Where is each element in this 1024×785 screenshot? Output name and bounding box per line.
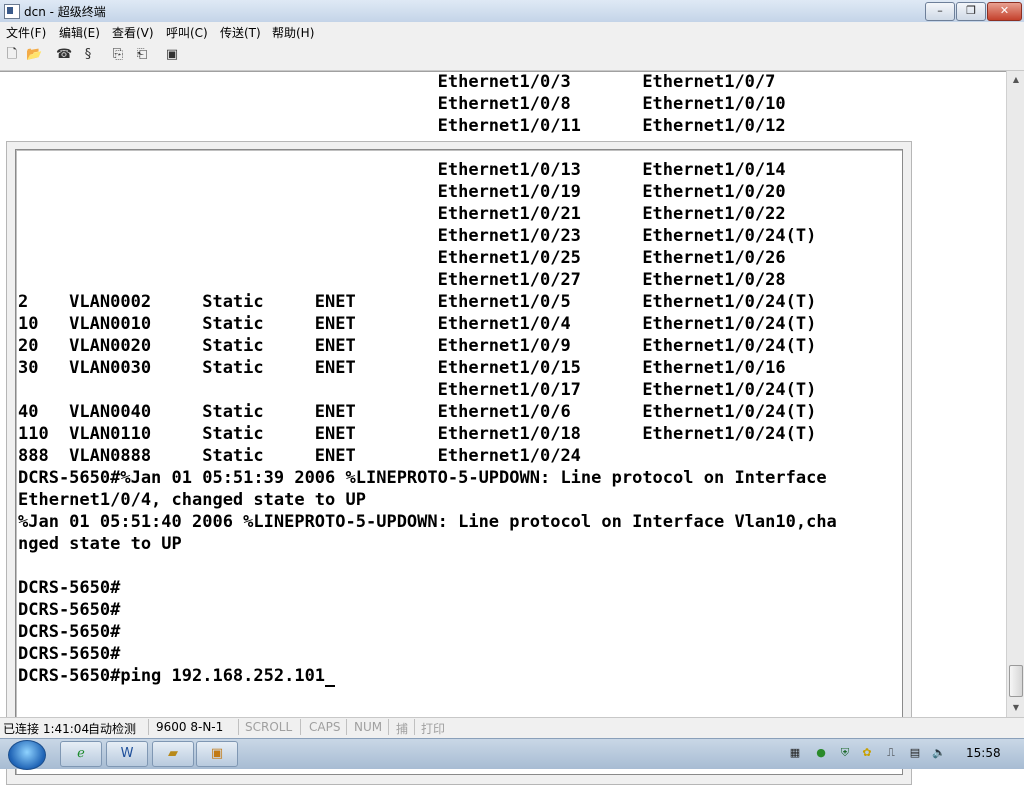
terminal-line: Ethernet1/0/11 Ethernet1/0/12: [18, 116, 786, 136]
status-num: NUM: [354, 720, 383, 734]
status-caps: CAPS: [309, 720, 341, 734]
receive-icon[interactable]: ⎗: [134, 47, 150, 63]
status-capture: 捕: [396, 722, 409, 736]
terminal-line: 30 VLAN0030 Static ENET Ethernet1/0/15 E…: [18, 358, 786, 378]
maximize-button[interactable]: ❐: [956, 2, 986, 21]
status-separator: [414, 719, 415, 735]
disconnect-icon[interactable]: §: [80, 47, 96, 63]
minimize-button[interactable]: –: [925, 2, 955, 21]
menu-view[interactable]: 查看(V): [112, 24, 154, 41]
security-icon[interactable]: ●: [814, 746, 828, 760]
status-connected: 已连接 1:41:04: [3, 722, 90, 736]
menu-transfer[interactable]: 传送(T): [220, 24, 261, 41]
terminal-line: Ethernet1/0/19 Ethernet1/0/20: [18, 182, 786, 202]
terminal-prompt-line[interactable]: DCRS-5650#ping 192.168.252.101: [18, 665, 336, 687]
terminal-line: nged state to UP: [18, 534, 182, 554]
ie-icon[interactable]: ℯ: [60, 741, 102, 767]
new-icon[interactable]: 🗋: [4, 47, 20, 63]
shield-icon[interactable]: ⛨: [838, 746, 852, 760]
phone-icon[interactable]: ☎: [56, 47, 72, 63]
status-scroll: SCROLL: [245, 720, 293, 734]
properties-icon[interactable]: ▣: [164, 47, 180, 63]
status-detect: 自动检测: [88, 722, 137, 736]
open-icon[interactable]: 📂: [26, 47, 42, 63]
terminal-text: Ethernet1/0/3 Ethernet1/0/7 Ethernet1/0/…: [0, 71, 1006, 717]
menu-help[interactable]: 帮助(H): [272, 24, 314, 41]
window-title: dcn - 超级终端: [24, 5, 106, 19]
terminal-line: DCRS-5650#%Jan 01 05:51:39 2006 %LINEPRO…: [18, 468, 827, 488]
word-icon[interactable]: W: [106, 741, 148, 767]
folder-icon[interactable]: ▰: [152, 741, 194, 767]
terminal-line: Ethernet1/0/17 Ethernet1/0/24(T): [18, 380, 817, 400]
clock[interactable]: 15:58: [966, 746, 1001, 760]
terminal-line: DCRS-5650#: [18, 622, 121, 642]
menu-edit[interactable]: 编辑(E): [59, 24, 100, 41]
status-print: 打印: [421, 722, 446, 736]
status-separator: [148, 719, 149, 735]
computer-icon[interactable]: ▤: [908, 746, 922, 760]
status-separator: [346, 719, 347, 735]
send-icon[interactable]: ⎘: [110, 47, 126, 63]
hyperterminal-icon[interactable]: ▣: [196, 741, 238, 767]
vertical-scrollbar[interactable]: ▲ ▼: [1006, 71, 1024, 717]
terminal-line: Ethernet1/0/21 Ethernet1/0/22: [18, 204, 786, 224]
terminal-line: Ethernet1/0/13 Ethernet1/0/14: [18, 160, 786, 180]
terminal-line: Ethernet1/0/25 Ethernet1/0/26: [18, 248, 786, 268]
scroll-up-icon[interactable]: ▲: [1009, 73, 1023, 87]
menu-call[interactable]: 呼叫(C): [166, 24, 208, 41]
terminal-line: Ethernet1/0/4, changed state to UP: [18, 490, 366, 510]
terminal-line: 888 VLAN0888 Static ENET Ethernet1/0/24: [18, 446, 581, 466]
terminal-line: Ethernet1/0/3 Ethernet1/0/7: [18, 72, 776, 92]
terminal-line: 10 VLAN0010 Static ENET Ethernet1/0/4 Et…: [18, 314, 817, 334]
text-cursor: [325, 669, 336, 687]
toolbar: [0, 42, 1024, 71]
title-bar: [0, 0, 1024, 23]
status-separator: [300, 719, 301, 735]
terminal-line: Ethernet1/0/23 Ethernet1/0/24(T): [18, 226, 817, 246]
close-button[interactable]: ✕: [987, 2, 1022, 21]
app-icon: [4, 4, 20, 19]
scroll-thumb[interactable]: [1009, 665, 1023, 697]
status-separator: [238, 719, 239, 735]
terminal-line: %Jan 01 05:51:40 2006 %LINEPROTO-5-UPDOW…: [18, 512, 837, 532]
sound-icon[interactable]: 🔈: [932, 746, 946, 760]
usb-icon[interactable]: ⎍: [884, 746, 898, 760]
terminal-line: Ethernet1/0/27 Ethernet1/0/28: [18, 270, 786, 290]
terminal-line: DCRS-5650#: [18, 600, 121, 620]
menu-bar: [0, 22, 1024, 42]
terminal-line: Ethernet1/0/8 Ethernet1/0/10: [18, 94, 786, 114]
status-separator: [388, 719, 389, 735]
terminal-line: 2 VLAN0002 Static ENET Ethernet1/0/5 Eth…: [18, 292, 817, 312]
terminal-line: 40 VLAN0040 Static ENET Ethernet1/0/6 Et…: [18, 402, 817, 422]
menu-file[interactable]: 文件(F): [6, 24, 46, 41]
status-params: 9600 8-N-1: [156, 720, 224, 734]
network-icon[interactable]: ▦: [788, 746, 802, 760]
update-icon[interactable]: ✿: [860, 746, 874, 760]
scroll-down-icon[interactable]: ▼: [1009, 701, 1023, 715]
terminal-line: 110 VLAN0110 Static ENET Ethernet1/0/18 …: [18, 424, 817, 444]
terminal-line: DCRS-5650#: [18, 644, 121, 664]
start-button[interactable]: [8, 740, 46, 770]
terminal-line: DCRS-5650#: [18, 578, 121, 598]
terminal-line: 20 VLAN0020 Static ENET Ethernet1/0/9 Et…: [18, 336, 817, 356]
status-bar: [0, 717, 1024, 738]
